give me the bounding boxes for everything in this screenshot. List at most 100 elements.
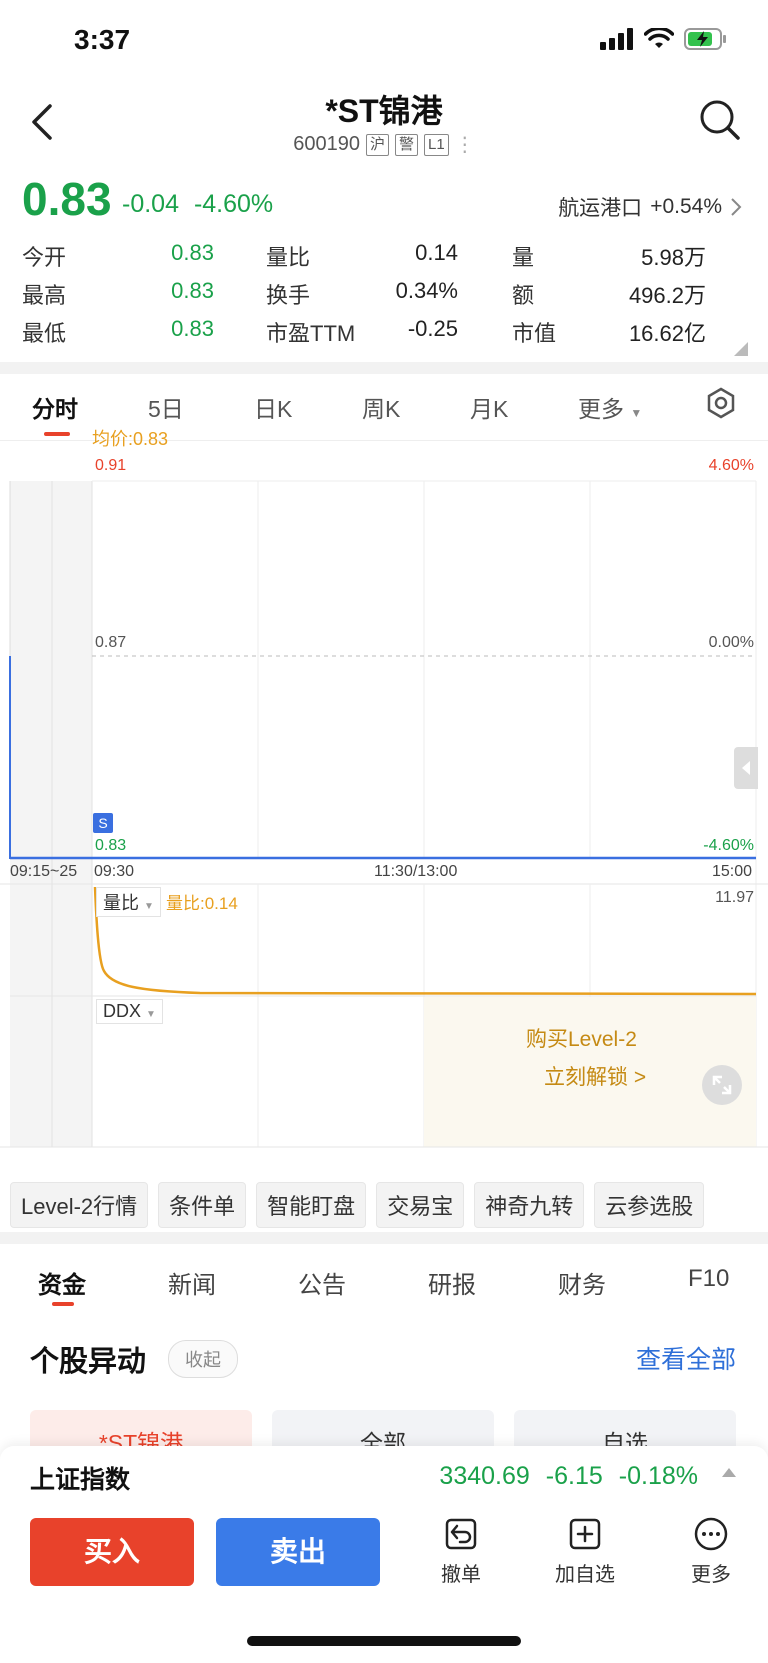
section-separator <box>0 362 768 374</box>
more-vertical-icon[interactable]: ⋮ <box>455 132 475 157</box>
tab-weekly-k[interactable]: 周K <box>362 390 400 424</box>
fullscreen-icon <box>712 1075 732 1095</box>
chart-settings-icon[interactable] <box>704 386 738 420</box>
chip-nine-turns[interactable]: 神奇九转 <box>474 1182 585 1228</box>
battery-charging-icon <box>684 28 726 50</box>
level-tag: L1 <box>424 133 449 156</box>
tab-announcements[interactable]: 公告 <box>298 1265 346 1300</box>
add-square-icon <box>569 1518 601 1550</box>
market-tag: 沪 <box>366 133 390 156</box>
time-label-midday: 11:30/13:00 <box>374 863 458 880</box>
sector-change: +0.54% <box>650 195 722 218</box>
tab-more[interactable]: 更多 ▼ <box>578 390 642 424</box>
see-all-link[interactable]: 查看全部 <box>636 1340 736 1376</box>
stat-label: 最高 <box>22 283 67 308</box>
fullscreen-button[interactable] <box>702 1065 742 1105</box>
tab-financials[interactable]: 财务 <box>558 1265 606 1300</box>
vol-ratio-max: 11.97 <box>715 889 754 906</box>
index-percent: -0.18% <box>618 1462 698 1490</box>
status-icons <box>600 28 728 50</box>
stat-low: 0.83 <box>171 316 214 341</box>
add-watchlist-button[interactable]: 加自选 <box>540 1516 630 1587</box>
tab-intraday[interactable]: 分时 <box>32 390 78 424</box>
stock-title: *ST锦港 <box>325 93 443 129</box>
current-price: 0.83 <box>22 173 112 225</box>
expand-up-icon[interactable] <box>722 1468 736 1477</box>
section-title: 个股异动 <box>30 1346 147 1378</box>
status-time: 3:37 <box>74 24 131 55</box>
caret-down-icon: ▼ <box>630 406 643 420</box>
tab-research[interactable]: 研报 <box>428 1265 476 1300</box>
cancel-order-icon <box>445 1518 477 1550</box>
tab-more-label: 更多 <box>578 396 624 422</box>
ddx-selector[interactable]: DDX ▼ <box>96 999 163 1024</box>
index-name[interactable]: 上证指数 <box>30 1460 130 1496</box>
chip-cloud-picks[interactable]: 云参选股 <box>594 1182 705 1228</box>
index-change: -6.15 <box>545 1462 603 1490</box>
tab-news[interactable]: 新闻 <box>168 1265 216 1300</box>
stat-mktcap: 16.62亿 <box>628 321 706 346</box>
search-icon[interactable] <box>698 98 742 142</box>
stat-label: 量 <box>512 245 535 270</box>
cancel-order-button[interactable]: 撤单 <box>416 1516 506 1587</box>
sector-link[interactable]: 航运港口 +0.54% <box>558 192 742 222</box>
change-value: -0.04 <box>122 190 179 218</box>
tab-monthly-k[interactable]: 月K <box>470 390 508 424</box>
chip-smart-watch[interactable]: 智能盯盘 <box>256 1182 367 1228</box>
home-indicator[interactable] <box>247 1636 521 1646</box>
tab-f10[interactable]: F10 <box>688 1265 729 1293</box>
time-label-open: 09:30 <box>94 863 135 880</box>
stock-code: 600190 <box>293 133 361 155</box>
level2-unlock-link[interactable]: 立刻解锁 > <box>544 1061 646 1091</box>
sell-signal-marker[interactable]: S <box>93 813 113 833</box>
sell-button[interactable]: 卖出 <box>216 1518 380 1586</box>
stat-label: 量比 <box>266 245 311 270</box>
vol-ratio-selector[interactable]: 量比 ▼ <box>96 887 161 917</box>
pct-axis-mid: 0.00% <box>708 634 754 651</box>
index-value: 3340.69 <box>439 1462 530 1490</box>
tab-daily-k[interactable]: 日K <box>254 390 292 424</box>
stat-turnover: 0.34% <box>395 278 458 303</box>
ddx-selector-label: DDX <box>103 1001 142 1021</box>
tab-5day[interactable]: 5日 <box>148 390 184 424</box>
stat-label: 市值 <box>512 321 557 346</box>
stat-label: 换手 <box>266 283 311 308</box>
stats-row: 今开 0.83 量比 0.14 量 5.98万 <box>22 240 746 270</box>
section-separator <box>0 1232 768 1244</box>
intraday-chart[interactable]: 均价:0.83 0.91 0.87 0.83 4.60% 0.00% -4.60… <box>0 429 768 1170</box>
cellular-signal-icon <box>600 28 633 50</box>
level2-title: 购买Level-2 <box>526 1028 637 1051</box>
price-axis-mid: 0.87 <box>95 634 127 651</box>
expand-corner-icon[interactable] <box>734 342 748 356</box>
stat-high: 0.83 <box>171 278 214 303</box>
chip-level2[interactable]: Level-2行情 <box>10 1182 149 1228</box>
wifi-icon <box>644 28 674 48</box>
active-tab-indicator <box>44 432 70 436</box>
more-actions-button[interactable]: 更多 <box>666 1516 756 1587</box>
stat-vol-ratio: 0.14 <box>415 240 458 265</box>
stock-subline: 600190 沪 警 L1 ⋮ <box>0 132 768 157</box>
stats-row: 最高 0.83 换手 0.34% 额 496.2万 <box>22 278 746 308</box>
stat-label: 额 <box>512 283 535 308</box>
price-change: -0.04 -4.60% <box>122 190 273 219</box>
chip-trade-treasure[interactable]: 交易宝 <box>376 1182 465 1228</box>
caret-down-icon: ▼ <box>146 1009 156 1020</box>
collapse-button[interactable]: 收起 <box>168 1340 238 1378</box>
vol-ratio-value: 量比:0.14 <box>166 894 238 913</box>
change-percent: -4.60% <box>193 190 274 218</box>
info-tab-indicator <box>52 1302 74 1306</box>
stat-label: 今开 <box>22 245 67 270</box>
add-watchlist-label: 加自选 <box>555 1564 615 1586</box>
warning-tag: 警 <box>395 133 419 156</box>
caret-down-icon: ▼ <box>144 901 154 912</box>
caret-left-icon <box>742 761 750 775</box>
chart-side-handle[interactable] <box>734 747 758 789</box>
chip-conditional-order[interactable]: 条件单 <box>158 1182 247 1228</box>
buy-button[interactable]: 买入 <box>30 1518 194 1586</box>
stat-amount: 496.2万 <box>628 283 706 308</box>
tab-funds[interactable]: 资金 <box>38 1265 86 1300</box>
stat-label: 市盈TTM <box>266 321 356 346</box>
cancel-order-label: 撤单 <box>441 1564 481 1586</box>
tool-chip-bar: Level-2行情 条件单 智能盯盘 交易宝 神奇九转 云参选股 <box>10 1182 768 1228</box>
more-actions-label: 更多 <box>691 1564 731 1586</box>
